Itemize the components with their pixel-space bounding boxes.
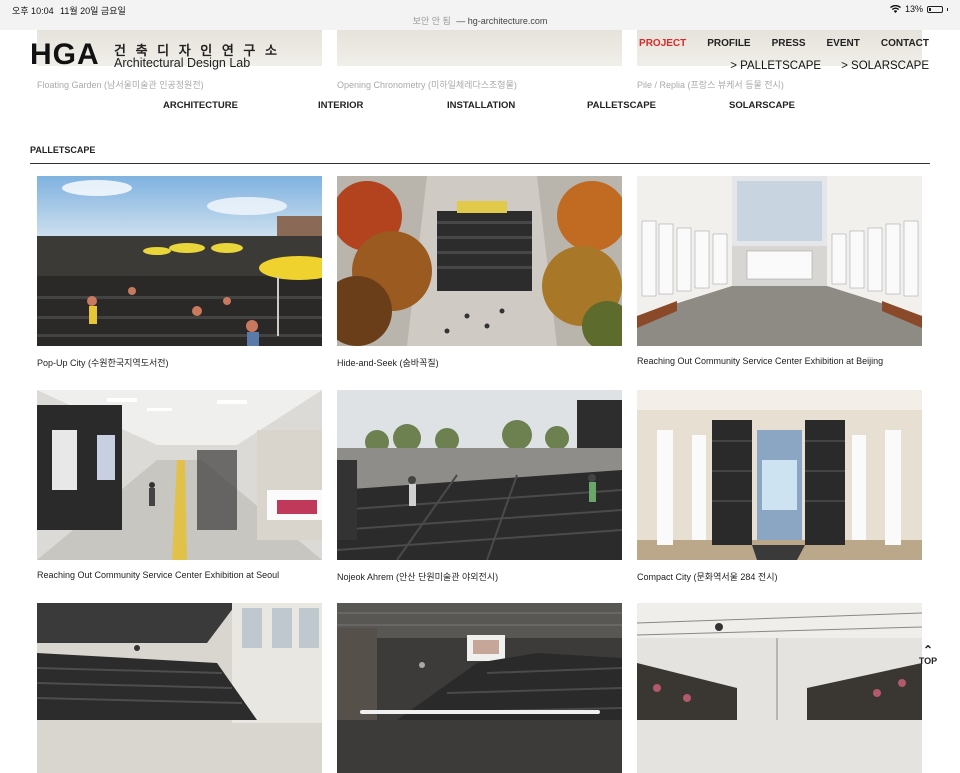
url-text: hg-architecture.com bbox=[467, 16, 548, 26]
project-image[interactable] bbox=[37, 603, 322, 773]
battery-fill bbox=[929, 7, 931, 11]
project-caption[interactable]: Hide-and-Seek (숨바꼭질) bbox=[337, 356, 439, 369]
project-card-nojeok-ahrem[interactable]: Nojeok Ahrem (안산 단원미술관 야외전시) bbox=[337, 390, 622, 582]
peek-image-2[interactable] bbox=[337, 30, 622, 66]
project-card-hide-and-seek[interactable]: Hide-and-Seek (숨바꼭질) bbox=[337, 176, 622, 368]
project-caption[interactable]: Compact City (문화역서울 284 전시) bbox=[637, 570, 778, 583]
project-card-beijing-exhibition[interactable]: Reaching Out Community Service Center Ex… bbox=[637, 176, 922, 366]
nav-project[interactable]: PROJECT bbox=[639, 38, 686, 49]
url-sep: — bbox=[453, 16, 468, 26]
scroll-top-button[interactable]: ⌃ TOP bbox=[916, 644, 940, 666]
category-solarscape[interactable]: SOLARSCAPE bbox=[729, 100, 795, 111]
nav-event[interactable]: EVENT bbox=[827, 38, 860, 49]
peek-caption-2[interactable]: Opening Chronometry (미하일체레다스조형물) bbox=[337, 78, 517, 91]
project-card-row3-1[interactable] bbox=[37, 603, 322, 773]
project-caption[interactable]: Pop-Up City (수원한국지역도서전) bbox=[37, 356, 169, 369]
section-title: PALLETSCAPE bbox=[30, 145, 96, 155]
project-caption[interactable]: Reaching Out Community Service Center Ex… bbox=[37, 570, 279, 580]
project-image[interactable] bbox=[37, 176, 322, 346]
project-card-pop-up-city[interactable]: Pop-Up City (수원한국지역도서전) bbox=[37, 176, 322, 368]
subnav-solarscape[interactable]: > SOLARSCAPE bbox=[841, 60, 929, 72]
site-logo[interactable]: HGA 건 축 디 자 인 연 구 소 Architectural Design… bbox=[30, 38, 277, 71]
nav-press[interactable]: PRESS bbox=[772, 38, 806, 49]
status-bar: 오후 10:04 11월 20일 금요일 보안 안 됨 — hg-archite… bbox=[0, 0, 960, 30]
category-architecture[interactable]: ARCHITECTURE bbox=[163, 100, 238, 111]
project-card-row3-2[interactable] bbox=[337, 603, 622, 773]
project-image[interactable] bbox=[337, 176, 622, 346]
address-bar[interactable]: 보안 안 됨 — hg-architecture.com bbox=[0, 14, 960, 27]
nav-contact[interactable]: CONTACT bbox=[881, 38, 929, 49]
project-card-seoul-exhibition[interactable]: Reaching Out Community Service Center Ex… bbox=[37, 390, 322, 580]
nav-profile[interactable]: PROFILE bbox=[707, 38, 750, 49]
home-indicator bbox=[360, 710, 600, 714]
sub-nav: > PALLETSCAPE > SOLARSCAPE bbox=[730, 60, 929, 72]
peek-caption-3[interactable]: Pile / Replia (프랑스 뷰케서 등물 전시) bbox=[637, 78, 784, 91]
category-installation[interactable]: INSTALLATION bbox=[447, 100, 515, 111]
category-palletscape[interactable]: PALLETSCAPE bbox=[587, 100, 656, 111]
status-right: 13% bbox=[889, 4, 948, 14]
project-card-compact-city[interactable]: Compact City (문화역서울 284 전시) bbox=[637, 390, 922, 582]
project-image[interactable] bbox=[37, 390, 322, 560]
project-caption[interactable]: Nojeok Ahrem (안산 단원미술관 야외전시) bbox=[337, 570, 498, 583]
project-image[interactable] bbox=[637, 603, 922, 773]
battery-cap bbox=[947, 7, 948, 11]
insecure-label: 보안 안 됨 bbox=[412, 16, 451, 26]
project-caption[interactable]: Reaching Out Community Service Center Ex… bbox=[637, 356, 883, 366]
section-divider bbox=[30, 163, 930, 164]
project-image[interactable] bbox=[637, 390, 922, 560]
logo-english: Architectural Design Lab bbox=[114, 56, 251, 70]
project-image[interactable] bbox=[337, 390, 622, 560]
subnav-palletscape[interactable]: > PALLETSCAPE bbox=[730, 60, 821, 72]
battery-percent: 13% bbox=[904, 4, 923, 14]
project-image[interactable] bbox=[637, 176, 922, 346]
category-interior[interactable]: INTERIOR bbox=[318, 100, 363, 111]
project-card-row3-3[interactable] bbox=[637, 603, 922, 773]
scroll-top-label: TOP bbox=[918, 656, 938, 666]
logo-mark: HGA bbox=[30, 38, 100, 71]
wifi-icon bbox=[889, 5, 901, 13]
project-image[interactable] bbox=[337, 603, 622, 773]
battery-icon bbox=[927, 5, 943, 13]
chevron-up-icon: ⌃ bbox=[922, 643, 934, 657]
peek-caption-1[interactable]: Floating Garden (남서울미술관 인공정원전) bbox=[37, 78, 204, 91]
main-nav: PROJECT PROFILE PRESS EVENT CONTACT bbox=[639, 38, 929, 49]
